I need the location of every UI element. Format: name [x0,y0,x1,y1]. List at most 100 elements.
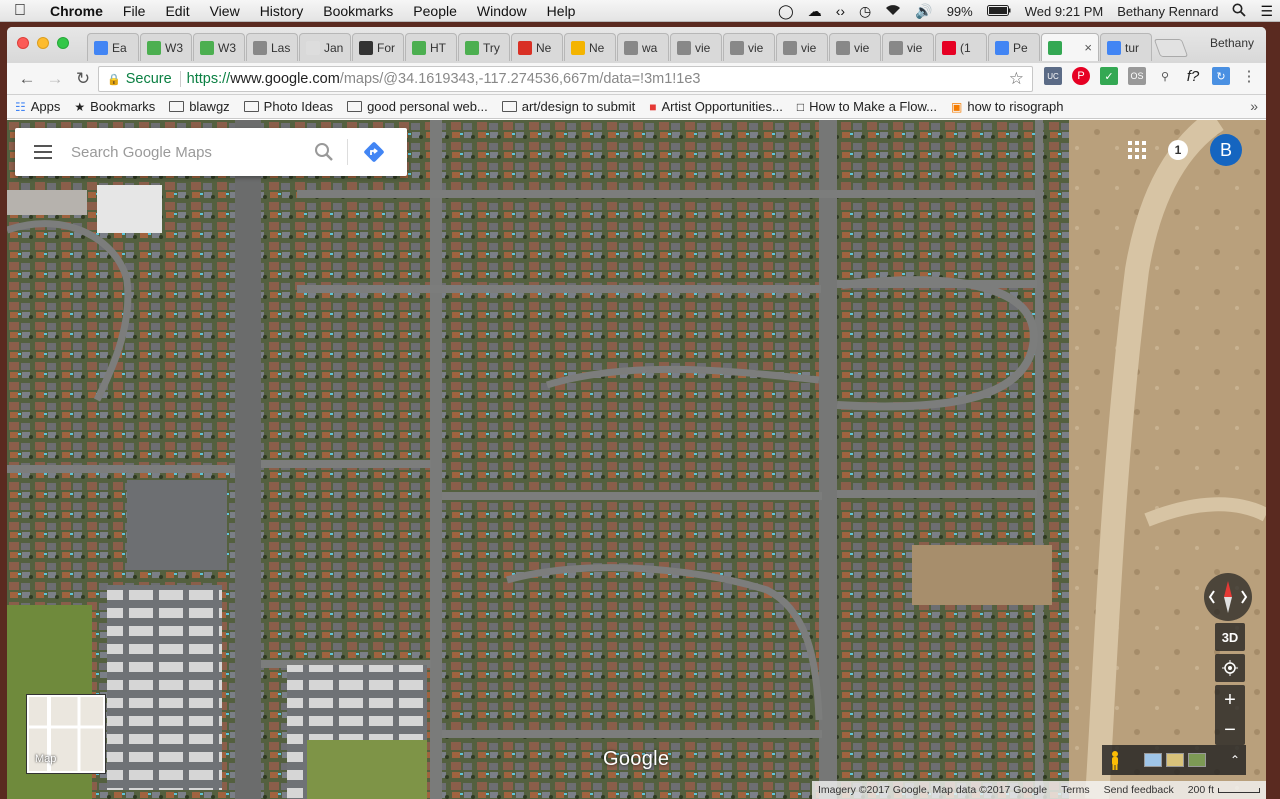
reload-icon[interactable]: ↻ [69,69,97,89]
ucla-extension-icon[interactable]: UC [1044,67,1062,85]
zoom-in-button[interactable]: + [1215,685,1245,715]
account-avatar[interactable]: B [1210,134,1242,166]
menu-edit[interactable]: Edit [155,3,199,19]
browser-tab[interactable]: Ne [564,33,616,61]
menu-user[interactable]: Bethany Rennard [1110,4,1225,19]
browser-tab[interactable]: HT [405,33,457,61]
font-extension-icon[interactable]: f? [1184,67,1202,85]
profile-name-button[interactable]: Bethany [1210,36,1254,50]
menu-hamburger-icon[interactable] [15,128,71,176]
browser-tab[interactable]: W3 [193,33,245,61]
browser-tab[interactable]: Pe [988,33,1040,61]
terms-link[interactable]: Terms [1061,784,1090,796]
browser-tab[interactable]: Try [458,33,510,61]
bookmark-item[interactable]: ■ Artist Opportunities... [649,99,783,114]
my-location-button[interactable] [1215,654,1245,682]
browser-tab[interactable]: (1 [935,33,987,61]
bookmark-item[interactable]: good personal web... [347,99,488,114]
bookmark-item[interactable]: ★ Bookmarks [74,99,155,114]
satellite-imagery[interactable] [7,120,1266,799]
address-bar[interactable]: 🔒 Secure https:// www.google.com /maps/@… [98,66,1033,92]
maps-icon [1048,40,1062,55]
pinterest-extension-icon[interactable]: P [1072,67,1090,85]
creative-cloud-icon[interactable]: ☁ [801,3,829,20]
wifi-icon[interactable] [878,3,908,19]
search-icon[interactable] [301,128,347,176]
back-icon[interactable]: ← [13,69,41,89]
browser-tab[interactable]: vie [670,33,722,61]
maximize-window-button[interactable] [57,37,69,49]
satellite-map[interactable]: 1 B Map 3D + [7,120,1266,799]
menu-help[interactable]: Help [537,3,586,19]
send-feedback-link[interactable]: Send feedback [1104,784,1174,796]
bookmark-star-icon[interactable]: ☆ [1009,69,1024,89]
browser-tab[interactable]: tur [1100,33,1152,61]
bookmark-item[interactable]: □ How to Make a Flow... [797,99,937,114]
browser-tab[interactable]: For [352,33,404,61]
code-icon[interactable]: ‹› [829,3,852,19]
bookmark-item[interactable]: Photo Ideas [243,99,333,114]
browser-tab[interactable]: wa [617,33,669,61]
lock-icon[interactable]: 🔒 [107,73,121,86]
compass-button[interactable] [1204,573,1252,621]
browser-tab[interactable]: W3 [140,33,192,61]
menu-clock[interactable]: Wed 9:21 PM [1018,4,1111,19]
tab-label: Ne [536,40,552,55]
transit-layer-icon[interactable] [1144,753,1162,767]
time-machine-icon[interactable]: ◯ [771,3,801,20]
browser-tab[interactable]: vie [882,33,934,61]
bookmark-item[interactable]: art/design to submit [501,99,635,114]
volume-icon[interactable]: 🔊 [908,3,939,20]
directions-icon[interactable] [348,128,400,176]
terrain-layer-icon[interactable] [1188,753,1206,767]
close-window-button[interactable] [17,37,29,49]
browser-tab[interactable]: vie [829,33,881,61]
forward-icon[interactable]: → [41,69,69,89]
secure-label[interactable]: Secure [126,71,172,87]
page-icon [836,40,850,55]
browser-tab[interactable]: Ea [87,33,139,61]
expand-layers-icon[interactable]: ⌃ [1230,753,1240,767]
scale-bar[interactable]: 200 ft [1188,784,1260,796]
menu-app-name[interactable]: Chrome [40,3,113,19]
bookmark-label: how to risograph [967,99,1064,114]
bookmark-item[interactable]: ▣ how to risograph [951,99,1063,114]
notification-center-icon[interactable]: ☰ [1253,3,1280,20]
map-type-toggle[interactable]: Map [27,695,105,773]
close-tab-icon[interactable]: × [1084,40,1092,55]
browser-tab[interactable]: Las [246,33,298,61]
browser-tab[interactable]: × [1041,33,1099,61]
inspect-extension-icon[interactable]: ⚲ [1156,67,1174,85]
tilt-3d-button[interactable]: 3D [1215,623,1245,651]
notifications-badge[interactable]: 1 [1168,140,1188,160]
history-clock-icon[interactable]: ◷ [852,3,878,20]
browser-tab[interactable]: vie [776,33,828,61]
menu-file[interactable]: File [113,3,156,19]
menu-people[interactable]: People [403,3,467,19]
apps-grid-icon[interactable] [1128,141,1146,159]
browser-tab[interactable]: Jan [299,33,351,61]
chrome-menu-icon[interactable]: ⋮ [1240,67,1258,85]
traffic-layer-icon[interactable] [1166,753,1184,767]
bookmark-item[interactable]: blawgz [169,99,230,114]
zoom-out-button[interactable]: − [1215,715,1245,745]
pegman-icon[interactable] [1108,750,1122,770]
apple-menu-icon[interactable]:  [0,2,40,20]
battery-icon[interactable] [980,3,1018,19]
minimize-window-button[interactable] [37,37,49,49]
menu-history[interactable]: History [250,3,314,19]
os-extension-icon[interactable]: OS [1128,67,1146,85]
tab-label: tur [1125,40,1140,55]
browser-tab[interactable]: vie [723,33,775,61]
menu-view[interactable]: View [200,3,250,19]
spotlight-icon[interactable] [1225,3,1253,20]
menu-bookmarks[interactable]: Bookmarks [313,3,403,19]
translate-extension-icon[interactable]: ↻ [1212,67,1230,85]
search-input[interactable] [71,143,301,161]
bookmarks-overflow-icon[interactable]: » [1250,98,1258,114]
shield-extension-icon[interactable]: ✓ [1100,67,1118,85]
browser-tab[interactable]: Ne [511,33,563,61]
menu-window[interactable]: Window [467,3,537,19]
new-tab-button[interactable] [1153,39,1189,57]
bookmark-item[interactable]: ☷ Apps [15,99,60,114]
